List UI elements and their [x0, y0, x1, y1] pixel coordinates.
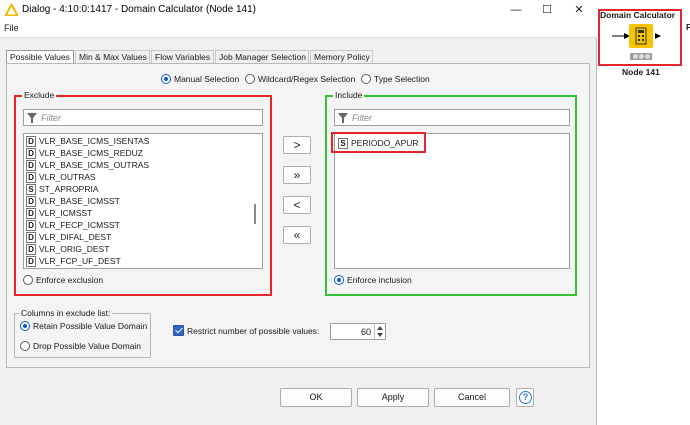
radio-manual-selection[interactable]: Manual Selection: [161, 74, 239, 86]
domain-calculator-node[interactable]: [629, 24, 653, 48]
status-light-icon: [633, 54, 638, 59]
restrict-value: 60: [360, 327, 371, 337]
enforce-exclusion-radio[interactable]: Enforce exclusion: [23, 275, 103, 287]
include-title: Include: [333, 90, 365, 100]
list-item[interactable]: D VLR_OUTRAS: [26, 172, 96, 184]
list-item[interactable]: D VLR_BASE_ICMSST: [26, 196, 120, 208]
radio-empty-icon: [20, 341, 30, 351]
tab-min-max-values[interactable]: Min & Max Values: [75, 50, 150, 64]
menu-bar: File: [0, 20, 597, 38]
exclude-list[interactable]: D VLR_BASE_ICMS_ISENTAS D VLR_BASE_ICMS_RE…: [23, 133, 263, 269]
include-filter-input[interactable]: Filter: [334, 109, 570, 126]
status-light-icon: [639, 54, 644, 59]
radio-empty-icon: [361, 74, 371, 84]
radio-selected-icon: [334, 275, 344, 285]
add-all-button[interactable]: »: [283, 166, 311, 184]
spin-up-icon[interactable]: [377, 326, 383, 330]
list-item[interactable]: D VLR_FECP_ICMSST: [26, 220, 120, 232]
list-item[interactable]: S ST_APROPRIA: [26, 184, 99, 196]
list-item[interactable]: D VLR_BASE_ICMS_REDUZ: [26, 148, 143, 160]
title-bar: Dialog - 4:10:0:1417 - Domain Calculator…: [0, 0, 597, 20]
cancel-button[interactable]: Cancel: [434, 388, 510, 407]
status-light-icon: [645, 54, 650, 59]
exclude-scrollbar[interactable]: [254, 204, 256, 224]
menu-file[interactable]: File: [4, 23, 19, 33]
tab-flow-variables[interactable]: Flow Variables: [151, 50, 214, 64]
maximize-button[interactable]: ☐: [530, 0, 564, 20]
remove-all-button[interactable]: «: [283, 226, 311, 244]
radio-empty-icon: [23, 275, 33, 285]
drop-domain-radio[interactable]: Drop Possible Value Domain: [20, 341, 141, 353]
radio-selected-icon: [20, 321, 30, 331]
spinner-arrows[interactable]: [374, 324, 385, 339]
radio-wildcard-selection[interactable]: Wildcard/Regex Selection: [245, 74, 355, 86]
enforce-inclusion-radio[interactable]: Enforce inclusion: [334, 275, 412, 287]
exclude-title: Exclude: [22, 90, 57, 100]
columns-exclude-title: Columns in exclude list:: [19, 308, 113, 318]
knime-triangle-icon: [5, 4, 18, 16]
restrict-label: Restrict number of possible values:: [187, 326, 320, 336]
list-item[interactable]: D VLR_BASE_ICMS_ISENTAS: [26, 136, 149, 148]
spin-down-icon[interactable]: [377, 333, 383, 337]
apply-button[interactable]: Apply: [357, 388, 429, 407]
list-item[interactable]: D VLR_BASE_ICMS_OUTRAS: [26, 160, 149, 172]
help-icon: ?: [519, 391, 532, 404]
tab-possible-values[interactable]: Possible Values: [6, 50, 74, 64]
node-title: Domain Calculator: [600, 10, 676, 20]
tab-job-manager-selection[interactable]: Job Manager Selection: [215, 50, 309, 64]
remove-button[interactable]: <: [283, 196, 311, 214]
retain-domain-radio[interactable]: Retain Possible Value Domain: [20, 321, 147, 333]
calculator-icon: [635, 27, 647, 45]
highlight-box: [331, 132, 426, 153]
list-item[interactable]: D VLR_DIFAL_DEST: [26, 232, 111, 244]
exclude-filter-input[interactable]: Filter: [23, 109, 263, 126]
node-label: Node 141: [622, 67, 660, 77]
radio-empty-icon: [245, 74, 255, 84]
close-button[interactable]: ✕: [562, 0, 596, 20]
help-button[interactable]: ?: [516, 388, 534, 407]
include-list[interactable]: S PERIODO_APUR: [334, 133, 570, 269]
filter-icon: [27, 113, 37, 123]
filter-icon: [338, 113, 348, 123]
list-item[interactable]: D VLR_ORIG_DEST: [26, 244, 109, 256]
restrict-value-spinner[interactable]: 60: [330, 323, 386, 340]
dialog-window: Dialog - 4:10:0:1417 - Domain Calculator…: [0, 0, 597, 425]
exclude-filter-placeholder: Filter: [41, 113, 61, 123]
radio-selected-icon: [161, 74, 171, 84]
minimize-button[interactable]: —: [499, 0, 533, 20]
add-button[interactable]: >: [283, 136, 311, 154]
tab-memory-policy[interactable]: Memory Policy: [310, 50, 373, 64]
node-status-indicator: [630, 53, 652, 60]
list-item[interactable]: D VLR_ICMSST: [26, 208, 92, 220]
window-title: Dialog - 4:10:0:1417 - Domain Calculator…: [22, 4, 257, 15]
list-item[interactable]: D VLR_FCP_UF_DEST: [26, 256, 121, 268]
include-filter-placeholder: Filter: [352, 113, 372, 123]
restrict-checkbox[interactable]: [173, 325, 184, 336]
ok-button[interactable]: OK: [280, 388, 352, 407]
truncated-node-text: F: [686, 22, 690, 32]
radio-type-selection[interactable]: Type Selection: [361, 74, 430, 86]
